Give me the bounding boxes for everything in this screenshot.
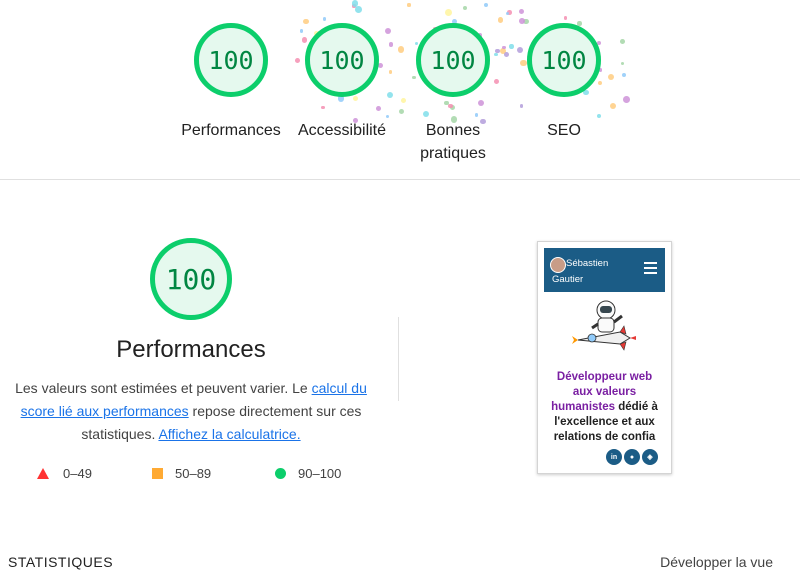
legend-pass: 90–100	[275, 466, 341, 481]
astronaut-rocket-illustration	[572, 300, 636, 351]
vertical-divider	[398, 317, 399, 401]
confetti-dot	[563, 16, 568, 21]
linkedin-icon: in	[606, 449, 622, 465]
square-icon	[152, 468, 163, 479]
gauge-score: 100	[305, 23, 379, 97]
thumb-site-name: Sébastien Gautier	[552, 258, 609, 285]
confetti-dot	[354, 6, 362, 13]
gauge-performance[interactable]: 100 Performances	[171, 23, 291, 142]
gauge-label: Performances	[181, 122, 281, 139]
gauge-score: 100	[194, 23, 268, 97]
gauge-score: 100	[527, 23, 601, 97]
confetti-dot	[462, 6, 468, 11]
confetti-dot	[518, 9, 524, 15]
confetti-dot	[407, 3, 411, 7]
thumb-social-links: in ● ◈	[606, 449, 658, 465]
hamburger-menu-icon	[644, 262, 657, 277]
confetti-dot	[351, 0, 359, 7]
gauge-label: Bonnes pratiques	[420, 122, 486, 162]
gauge-label: SEO	[547, 122, 581, 139]
metrics-section-title: STATISTIQUES	[8, 554, 114, 570]
thumb-headline: Développeur web aux valeurs humanistes d…	[546, 370, 663, 445]
performance-title: Performances	[116, 336, 266, 363]
section-divider	[0, 179, 800, 180]
page-screenshot-thumbnail[interactable]: Sébastien Gautier Développeur web aux va…	[537, 241, 672, 474]
legend-range: 0–49	[63, 466, 92, 481]
gauge-score: 100	[416, 23, 490, 97]
github-icon: ●	[624, 449, 640, 465]
legend-range: 90–100	[298, 466, 342, 481]
legend-range: 50–89	[175, 466, 212, 481]
circle-icon	[275, 468, 286, 479]
confetti-dot	[623, 95, 631, 103]
gauge-seo[interactable]: 100 SEO	[504, 23, 624, 142]
thumb-header: Sébastien Gautier	[544, 248, 665, 292]
legend-average: 50–89	[152, 466, 211, 481]
confetti-dot	[444, 9, 452, 16]
confetti-dot	[322, 17, 327, 21]
legend-fail: 0–49	[37, 466, 92, 481]
category-gauges: 100 Performances 100 Accessibilité 100 B…	[0, 0, 800, 180]
score-legend: 0–49 50–89 90–100	[0, 466, 400, 486]
desc-text: Les valeurs sont estimées et peuvent var…	[15, 380, 312, 396]
expand-view-toggle[interactable]: Développer la vue	[660, 554, 773, 570]
performance-main-gauge: 100	[150, 238, 232, 320]
calculator-link[interactable]: Affichez la calculatrice.	[158, 426, 300, 442]
triangle-icon	[37, 468, 49, 479]
confetti-dot	[483, 2, 488, 8]
codepen-icon: ◈	[642, 449, 658, 465]
gauge-label: Accessibilité	[297, 122, 387, 139]
gauge-best-practices[interactable]: 100 Bonnes pratiques	[393, 23, 513, 165]
gauge-accessibility[interactable]: 100 Accessibilité	[282, 23, 402, 142]
performance-description: Les valeurs sont estimées et peuvent var…	[10, 377, 372, 446]
